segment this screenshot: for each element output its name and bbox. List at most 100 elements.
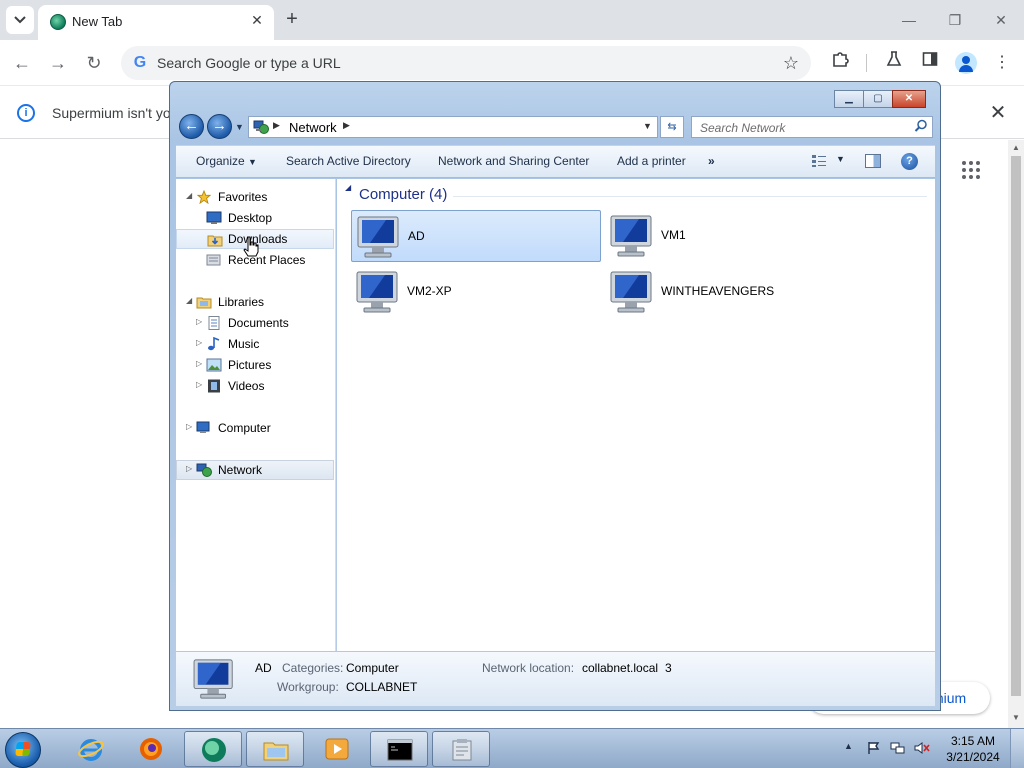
nav-label-videos: Videos	[228, 379, 265, 393]
side-panel-icon[interactable]	[917, 50, 943, 76]
scrollbar-thumb[interactable]	[1011, 156, 1021, 696]
collapsed-triangle-icon[interactable]: ▷	[196, 317, 202, 326]
profile-avatar-icon[interactable]	[955, 52, 977, 74]
nav-label-music: Music	[228, 337, 260, 351]
omnibox-placeholder[interactable]: Search Google or type a URL	[157, 55, 341, 71]
bookmark-star-icon[interactable]: ☆	[779, 51, 803, 75]
tab-close-icon[interactable]: ✕	[248, 11, 266, 29]
forward-arrow-icon[interactable]: →	[45, 50, 71, 76]
omnibox[interactable]: G Search Google or type a URL ☆	[121, 46, 811, 80]
firefox-icon	[140, 738, 162, 760]
address-bar[interactable]: ▶ Network ▶ ▼	[248, 116, 658, 138]
taskbar-control-panel[interactable]	[432, 731, 490, 767]
browser-restore-button[interactable]: ❐	[941, 8, 969, 32]
recent-pages-dropdown-icon[interactable]: ▼	[235, 122, 244, 132]
network-utility-icon	[452, 739, 472, 761]
breadcrumb-chevron-icon[interactable]: ▶	[343, 120, 350, 131]
group-divider	[453, 196, 927, 197]
taskbar-firefox[interactable]	[122, 731, 180, 767]
more-commands-button[interactable]: »	[708, 154, 715, 168]
taskbar-internet-explorer[interactable]	[62, 731, 120, 767]
browser-minimize-button[interactable]: —	[895, 8, 923, 32]
nav-item-favorites[interactable]: ◢ Favorites	[176, 187, 334, 207]
labs-flask-icon[interactable]	[881, 50, 907, 76]
show-hidden-icons-icon[interactable]: ▲	[844, 741, 853, 751]
reload-icon[interactable]: ↻	[81, 50, 107, 76]
kebab-menu-icon[interactable]: ⋮	[989, 50, 1015, 76]
explorer-back-button[interactable]: ←	[179, 114, 204, 139]
collapsed-triangle-icon[interactable]: ▷	[186, 422, 192, 431]
preview-pane-icon[interactable]	[865, 154, 881, 168]
nav-item-music[interactable]: ▷ Music	[176, 334, 334, 354]
details-network-location-count: 3	[665, 661, 672, 675]
details-categories-label: Categories:	[282, 661, 344, 675]
expanded-triangle-icon[interactable]: ◢	[186, 191, 192, 200]
collapsed-triangle-icon[interactable]: ▷	[196, 359, 202, 368]
network-sharing-center-button[interactable]: Network and Sharing Center	[438, 154, 589, 168]
organize-menu[interactable]: Organize ▼	[196, 154, 257, 168]
clock-time[interactable]: 3:15 AM	[945, 734, 1001, 748]
taskbar-command-prompt[interactable]	[370, 731, 428, 767]
explorer-maximize-button[interactable]: ▢	[863, 90, 893, 108]
scroll-down-icon[interactable]: ▼	[1011, 713, 1021, 722]
back-arrow-icon[interactable]: ←	[9, 50, 35, 76]
network-computer-item[interactable]: VM1	[605, 210, 855, 262]
nav-item-videos[interactable]: ▷ Videos	[176, 376, 334, 396]
group-collapse-icon[interactable]: ◢	[345, 183, 351, 192]
start-button-icon[interactable]	[5, 732, 41, 768]
group-header-computer[interactable]: Computer (4)	[359, 186, 447, 203]
taskbar-windows-explorer[interactable]	[246, 731, 304, 767]
action-center-flag-icon[interactable]	[866, 741, 882, 755]
search-box[interactable]: Search Network	[691, 116, 933, 138]
refresh-icon[interactable]: ⇆	[660, 116, 684, 138]
collapsed-triangle-icon[interactable]: ▷	[196, 380, 202, 389]
explorer-minimize-button[interactable]: ▁	[834, 90, 864, 108]
page-scrollbar[interactable]: ▲ ▼	[1008, 140, 1024, 728]
volume-muted-icon[interactable]	[914, 741, 930, 755]
address-history-dropdown-icon[interactable]: ▼	[643, 121, 652, 131]
search-placeholder[interactable]: Search Network	[700, 121, 785, 135]
collapsed-triangle-icon[interactable]: ▷	[196, 338, 202, 347]
new-tab-button[interactable]: +	[280, 8, 304, 32]
change-view-icon[interactable]	[811, 154, 827, 168]
taskbar-media-player[interactable]	[308, 731, 366, 767]
network-icon	[196, 463, 212, 477]
extensions-puzzle-icon[interactable]	[827, 50, 853, 76]
nav-item-network[interactable]: ▷ Network	[176, 460, 334, 480]
scroll-up-icon[interactable]: ▲	[1011, 143, 1021, 152]
network-tray-icon[interactable]	[890, 741, 906, 755]
libraries-icon	[196, 297, 212, 309]
google-apps-icon[interactable]	[962, 161, 982, 181]
command-bar: Organize ▼ Search Active Directory Netwo…	[176, 145, 935, 178]
collapsed-triangle-icon[interactable]: ▷	[186, 464, 192, 473]
nav-item-documents[interactable]: ▷ Documents	[176, 313, 334, 333]
show-desktop-button[interactable]	[1010, 729, 1024, 768]
details-pane: AD Categories: Computer Workgroup: COLLA…	[176, 651, 935, 706]
details-network-location-label: Network location:	[482, 661, 575, 675]
nav-item-desktop[interactable]: Desktop	[176, 208, 334, 228]
help-icon[interactable]: ?	[901, 153, 918, 170]
nav-item-computer[interactable]: ▷ Computer	[176, 418, 334, 438]
explorer-close-button[interactable]: ✕	[892, 90, 926, 108]
network-computer-item[interactable]: WINTHEAVENGERS	[605, 266, 855, 318]
clock-date[interactable]: 3/21/2024	[945, 750, 1001, 764]
breadcrumb-chevron-icon[interactable]: ▶	[273, 120, 280, 131]
network-computer-item[interactable]: VM2-XP	[351, 266, 601, 318]
add-printer-button[interactable]: Add a printer	[617, 154, 686, 168]
tab-search-button[interactable]	[6, 6, 34, 34]
search-active-directory-button[interactable]: Search Active Directory	[286, 154, 411, 168]
browser-tab[interactable]: New Tab ✕	[38, 5, 274, 40]
view-options-dropdown-icon[interactable]: ▼	[836, 154, 845, 164]
explorer-forward-button[interactable]: →	[207, 114, 232, 139]
taskbar-supermium[interactable]	[184, 731, 242, 767]
nav-label-favorites: Favorites	[218, 190, 268, 204]
nav-item-pictures[interactable]: ▷ Pictures	[176, 355, 334, 375]
browser-close-button[interactable]: ✕	[987, 8, 1015, 32]
monitor-icon	[610, 215, 652, 257]
network-computer-item[interactable]: AD	[351, 210, 601, 262]
search-icon[interactable]	[914, 119, 928, 133]
nav-item-libraries[interactable]: ◢ Libraries	[176, 292, 334, 312]
infobar-close-icon[interactable]: ✕	[986, 101, 1010, 125]
expanded-triangle-icon[interactable]: ◢	[186, 296, 192, 305]
breadcrumb-network[interactable]: Network	[289, 120, 337, 135]
